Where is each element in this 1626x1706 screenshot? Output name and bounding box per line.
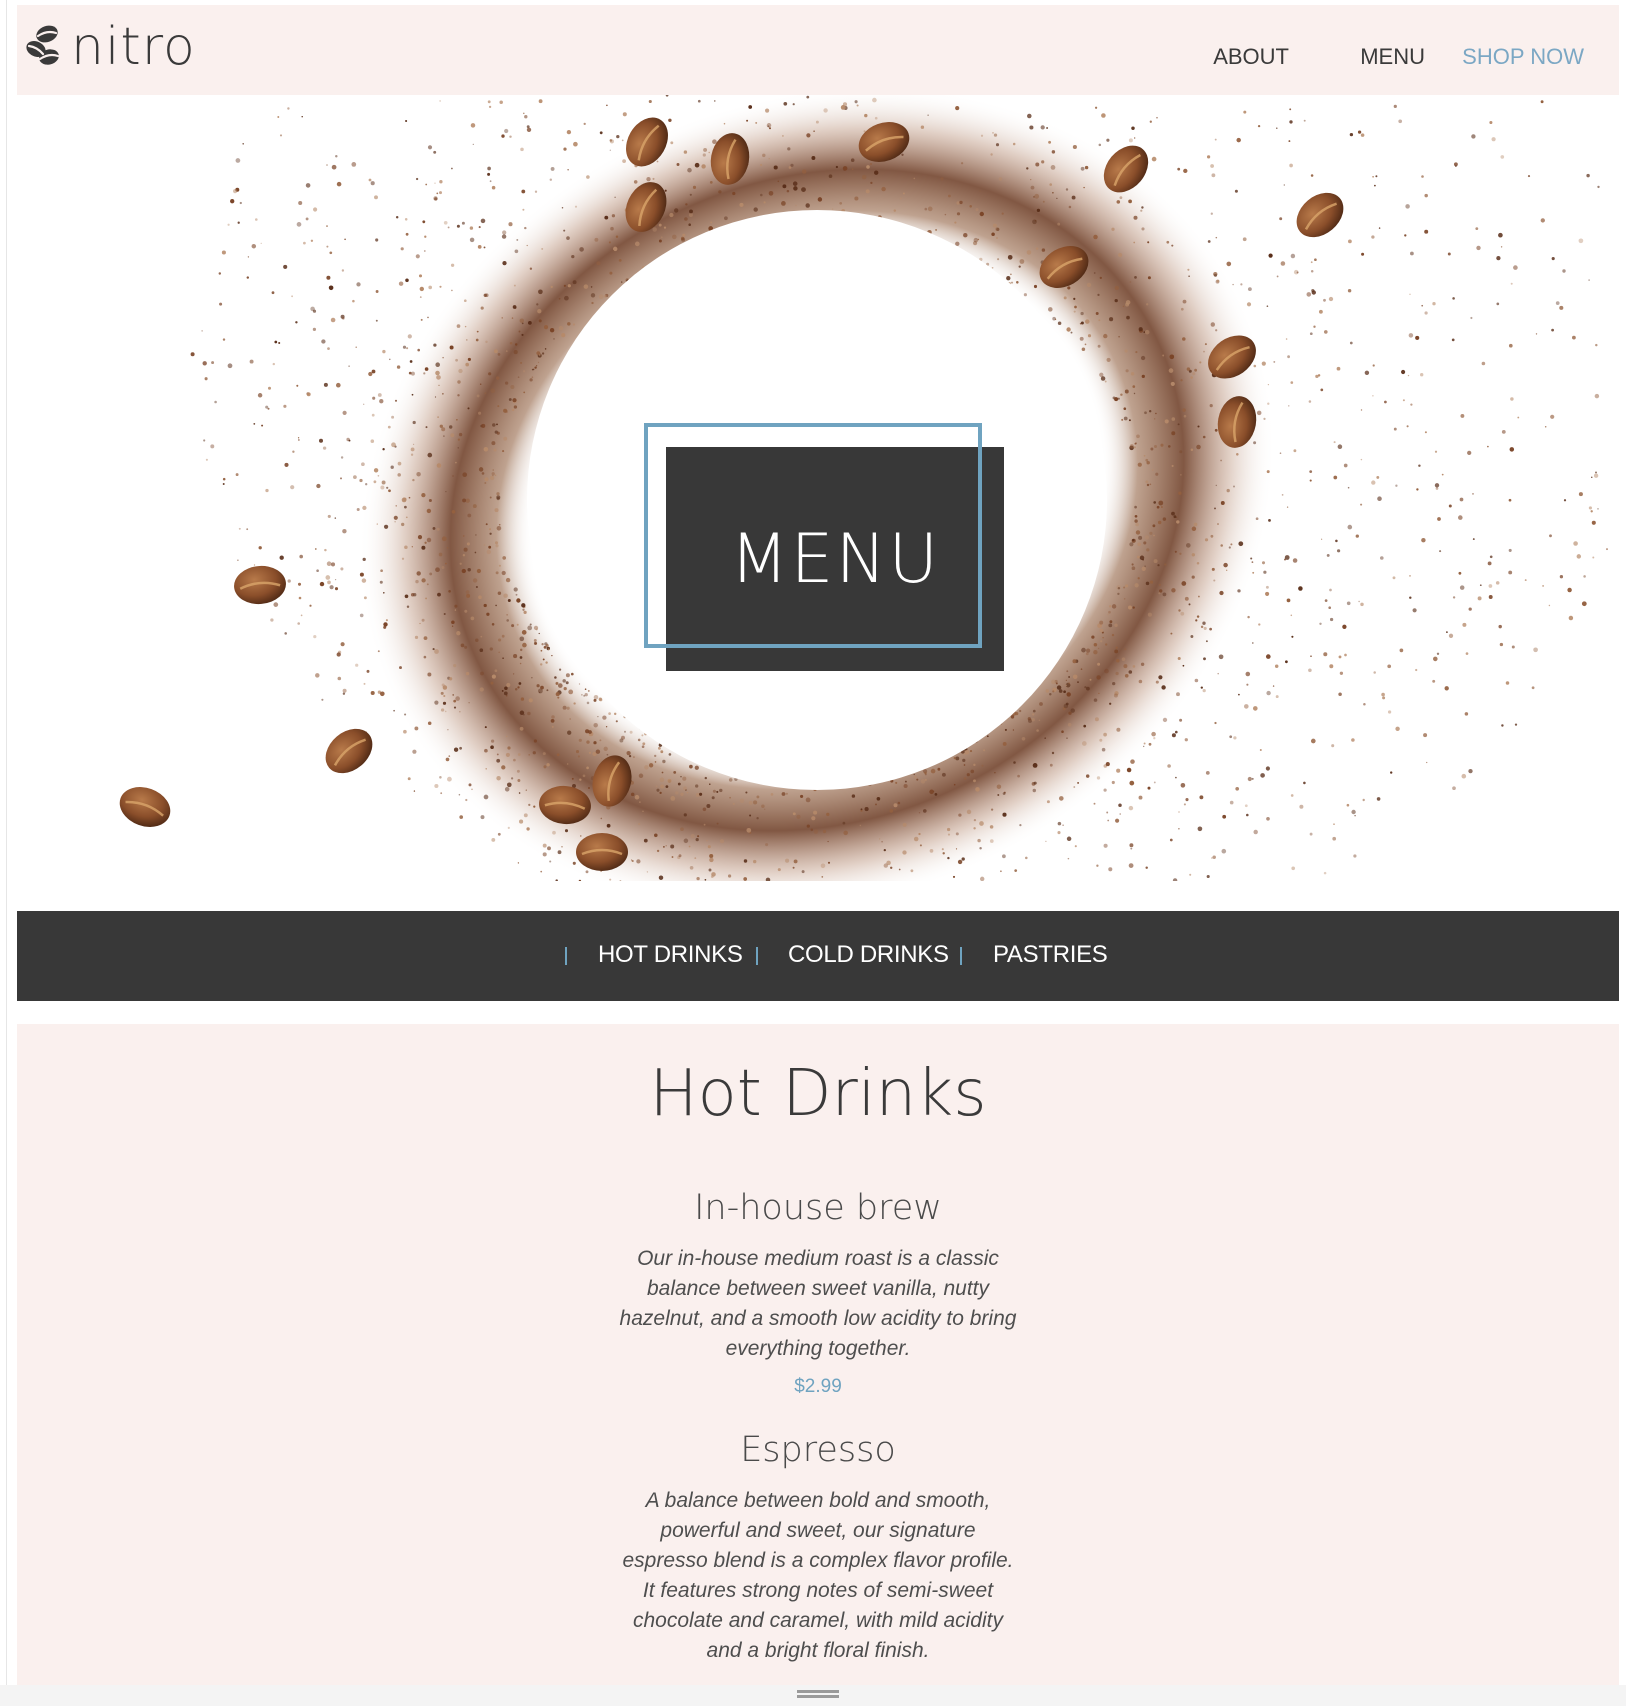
section-title: Hot Drinks — [649, 1057, 987, 1131]
menu-item-description: Our in-house medium roast is a classic b… — [619, 1247, 1017, 1360]
menu-item-price: $2.99 — [794, 1376, 842, 1397]
page: nitro ABOUT MENU SHOP NOW MENU HOT DRINK… — [0, 0, 1626, 1706]
category-hot-drinks[interactable]: HOT DRINKS — [598, 933, 743, 977]
menu-item: Espresso A balance between bold and smoo… — [17, 1426, 1619, 1666]
category-cold-drinks[interactable]: COLD DRINKS — [788, 933, 949, 977]
page-border — [6, 0, 7, 1690]
nav-shop-link[interactable]: SHOP NOW — [1462, 37, 1584, 77]
menu-item-name: In-house brew — [694, 1188, 942, 1228]
category-nav: HOT DRINKS COLD DRINKS PASTRIES — [17, 911, 1619, 1001]
nav-about-link[interactable]: ABOUT — [1213, 37, 1289, 77]
hero-banner: MENU — [17, 95, 1619, 881]
site-header: nitro ABOUT MENU SHOP NOW — [17, 5, 1619, 95]
category-pastries[interactable]: PASTRIES — [993, 933, 1108, 977]
hero-title: MENU — [729, 519, 941, 599]
nav-menu-link[interactable]: MENU — [1360, 37, 1425, 77]
menu-item: In-house brew Our in-house medium roast … — [17, 1184, 1619, 1400]
category-separator — [565, 947, 567, 965]
menu-section: Hot Drinks In-house brew Our in-house me… — [17, 1024, 1619, 1685]
drag-handle-icon[interactable] — [797, 1695, 839, 1698]
brand-name: nitro — [71, 17, 196, 77]
category-separator — [960, 947, 962, 965]
menu-item-name: Espresso — [740, 1430, 896, 1470]
menu-item-description: A balance between bold and smooth, power… — [622, 1489, 1014, 1662]
logo[interactable]: nitro — [23, 19, 196, 75]
coffee-beans-icon — [26, 25, 60, 65]
category-separator — [756, 947, 758, 965]
